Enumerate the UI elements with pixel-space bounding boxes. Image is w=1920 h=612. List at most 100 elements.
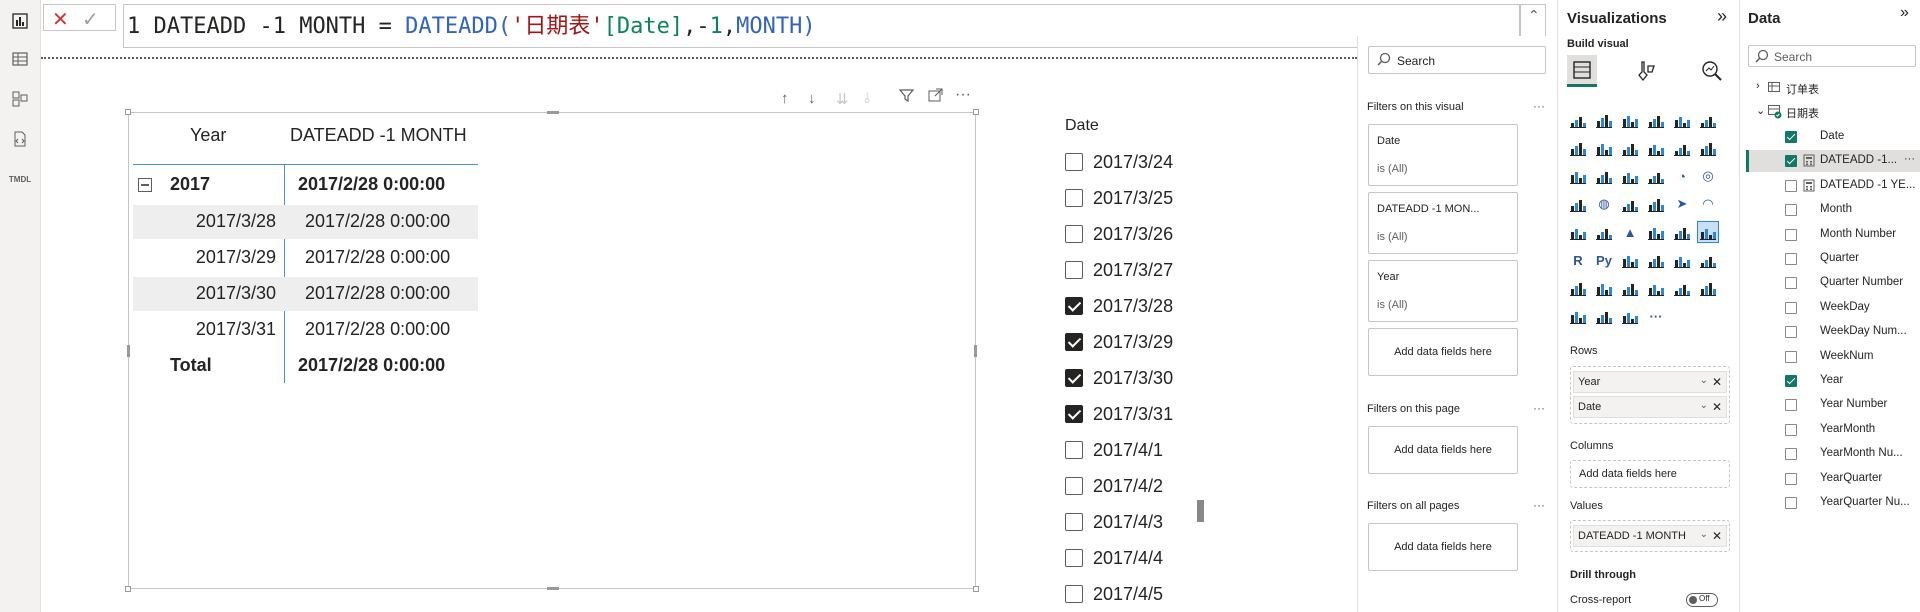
field-name[interactable]: DATEADD -1...: [1820, 154, 1897, 166]
100-stacked-column-chart-icon[interactable]: [1698, 110, 1718, 130]
more-visuals-icon[interactable]: ···: [1646, 306, 1666, 326]
slicer-item[interactable]: 2017/4/4: [1065, 546, 1163, 570]
clustered-column-chart-icon[interactable]: [1646, 110, 1666, 130]
line-stacked-column-chart-icon[interactable]: [1698, 138, 1718, 158]
card-icon[interactable]: [1568, 222, 1588, 242]
field-name[interactable]: YearMonth Nu...: [1820, 447, 1903, 459]
waterfall-chart-icon[interactable]: [1594, 166, 1614, 186]
checkbox-checked[interactable]: [1065, 369, 1083, 387]
slicer-item[interactable]: 2017/3/31: [1065, 402, 1173, 426]
checkbox-unchecked[interactable]: [1065, 441, 1083, 459]
stacked-bar-chart-icon[interactable]: [1568, 110, 1588, 130]
checkbox-unchecked[interactable]: [1065, 549, 1083, 567]
slicer-item[interactable]: 2017/3/27: [1065, 258, 1173, 282]
smart-narrative-icon[interactable]: [1698, 250, 1718, 270]
resize-handle-right[interactable]: [974, 345, 977, 357]
gauge-icon[interactable]: ◠: [1698, 194, 1718, 214]
report-view-icon[interactable]: [11, 12, 29, 30]
funnel-chart-icon[interactable]: [1620, 166, 1640, 186]
viz-expand-icon[interactable]: »: [1717, 6, 1727, 27]
field-checkbox-checked[interactable]: [1785, 375, 1797, 387]
clustered-bar-chart-icon[interactable]: [1620, 110, 1640, 130]
slicer-item[interactable]: 2017/3/25: [1065, 186, 1173, 210]
slicer-item[interactable]: 2017/3/30: [1065, 366, 1173, 390]
qa-visual-icon[interactable]: [1672, 250, 1692, 270]
power-automate-icon[interactable]: [1646, 278, 1666, 298]
stacked-area-chart-icon[interactable]: [1620, 138, 1640, 158]
more-options-icon[interactable]: ···: [955, 86, 971, 104]
checkbox-unchecked[interactable]: [1065, 153, 1083, 171]
rows-field-chip-date[interactable]: Date ⌄ ✕: [1573, 396, 1727, 418]
field-checkbox-unchecked[interactable]: [1785, 423, 1797, 436]
filters-page-more-icon[interactable]: ···: [1533, 401, 1545, 415]
metrics-icon[interactable]: [1594, 278, 1614, 298]
treemap-icon[interactable]: [1568, 194, 1588, 214]
matrix-header-year[interactable]: Year: [190, 125, 226, 146]
field-name[interactable]: Year Number: [1820, 398, 1887, 410]
table-name-orders[interactable]: 订单表: [1786, 81, 1819, 97]
checkbox-unchecked[interactable]: [1065, 189, 1083, 207]
get-more-visuals-icon[interactable]: [1698, 278, 1718, 298]
field-checkbox-unchecked[interactable]: [1785, 253, 1797, 265]
powerbi-visual-icon[interactable]: [1620, 306, 1640, 326]
focus-mode-icon[interactable]: [928, 88, 943, 107]
chevron-down-icon[interactable]: ⌄: [1700, 396, 1708, 416]
filled-map-icon[interactable]: [1620, 194, 1640, 214]
field-checkbox-checked[interactable]: [1785, 155, 1797, 168]
decomposition-tree-icon[interactable]: [1646, 250, 1666, 270]
dax-query-view-icon[interactable]: [11, 130, 29, 148]
field-checkbox-unchecked[interactable]: [1785, 179, 1797, 192]
map-icon[interactable]: ◍: [1594, 194, 1614, 214]
resize-handle-tl[interactable]: [125, 109, 131, 115]
100-stacked-bar-chart-icon[interactable]: [1672, 110, 1692, 130]
new-slicer-icon[interactable]: [1594, 306, 1614, 326]
page-filter-drop-zone[interactable]: Add data fields here: [1368, 426, 1518, 474]
field-name[interactable]: WeekDay: [1820, 301, 1870, 313]
multi-row-card-icon[interactable]: [1594, 222, 1614, 242]
resize-handle-left[interactable]: [127, 345, 130, 357]
slicer-icon[interactable]: [1646, 222, 1666, 242]
slicer-item[interactable]: 2017/3/24: [1065, 150, 1173, 174]
resize-handle-tr[interactable]: [973, 109, 979, 115]
field-checkbox-unchecked[interactable]: [1785, 301, 1797, 314]
shape-map-icon[interactable]: [1646, 194, 1666, 214]
checkbox-checked[interactable]: [1065, 405, 1083, 423]
arcgis-map-icon[interactable]: [1672, 278, 1692, 298]
table-name-date[interactable]: 日期表: [1786, 105, 1819, 121]
resize-handle-top[interactable]: [547, 111, 559, 114]
build-visual-tab[interactable]: [1567, 55, 1597, 87]
collapse-row-icon[interactable]: [138, 178, 152, 192]
filter-card-date[interactable]: Date is (All): [1368, 124, 1518, 186]
new-card-icon[interactable]: [1568, 306, 1588, 326]
remove-field-icon[interactable]: ✕: [1712, 372, 1722, 392]
tmdl-view-icon[interactable]: TMDL: [9, 170, 31, 188]
dax-formula-input[interactable]: 1 DATEADD -1 MONTH = DATEADD('日期表'[Date]…: [123, 4, 1520, 48]
ribbon-chart-icon[interactable]: [1568, 166, 1588, 186]
filters-all-more-icon[interactable]: ···: [1533, 498, 1545, 512]
values-well[interactable]: DATEADD -1 MONTH ⌄ ✕: [1570, 520, 1730, 552]
field-checkbox-unchecked[interactable]: [1785, 399, 1797, 412]
expand-hierarchy-icon[interactable]: ⫰: [864, 90, 871, 107]
next-level-icon[interactable]: ⇊: [836, 90, 849, 108]
slicer-scrollbar[interactable]: [1197, 500, 1204, 522]
field-checkbox-unchecked[interactable]: [1785, 228, 1797, 241]
field-name[interactable]: Month: [1820, 203, 1852, 215]
values-field-chip[interactable]: DATEADD -1 MONTH ⌄ ✕: [1573, 525, 1727, 547]
field-name[interactable]: Quarter Number: [1820, 276, 1903, 288]
cancel-formula-icon[interactable]: ✕: [52, 7, 69, 32]
power-apps-icon[interactable]: [1620, 278, 1640, 298]
rows-field-chip-year[interactable]: Year ⌄ ✕: [1573, 371, 1727, 393]
field-checkbox-unchecked[interactable]: [1785, 497, 1797, 509]
field-name[interactable]: WeekDay Num...: [1820, 325, 1907, 337]
azure-map-icon[interactable]: ➤: [1672, 194, 1692, 214]
checkbox-unchecked[interactable]: [1065, 477, 1083, 495]
field-checkbox-unchecked[interactable]: [1785, 277, 1797, 290]
filter-card-year[interactable]: Year is (All): [1368, 260, 1518, 322]
model-view-icon[interactable]: [11, 90, 29, 108]
kpi-icon[interactable]: ▲: [1620, 222, 1640, 242]
checkbox-unchecked[interactable]: [1065, 513, 1083, 531]
python-visual-icon[interactable]: Py: [1594, 250, 1614, 270]
filters-visual-more-icon[interactable]: ···: [1533, 99, 1545, 113]
drill-down-icon[interactable]: ↓: [808, 90, 816, 107]
drill-up-icon[interactable]: ↑: [781, 90, 789, 107]
